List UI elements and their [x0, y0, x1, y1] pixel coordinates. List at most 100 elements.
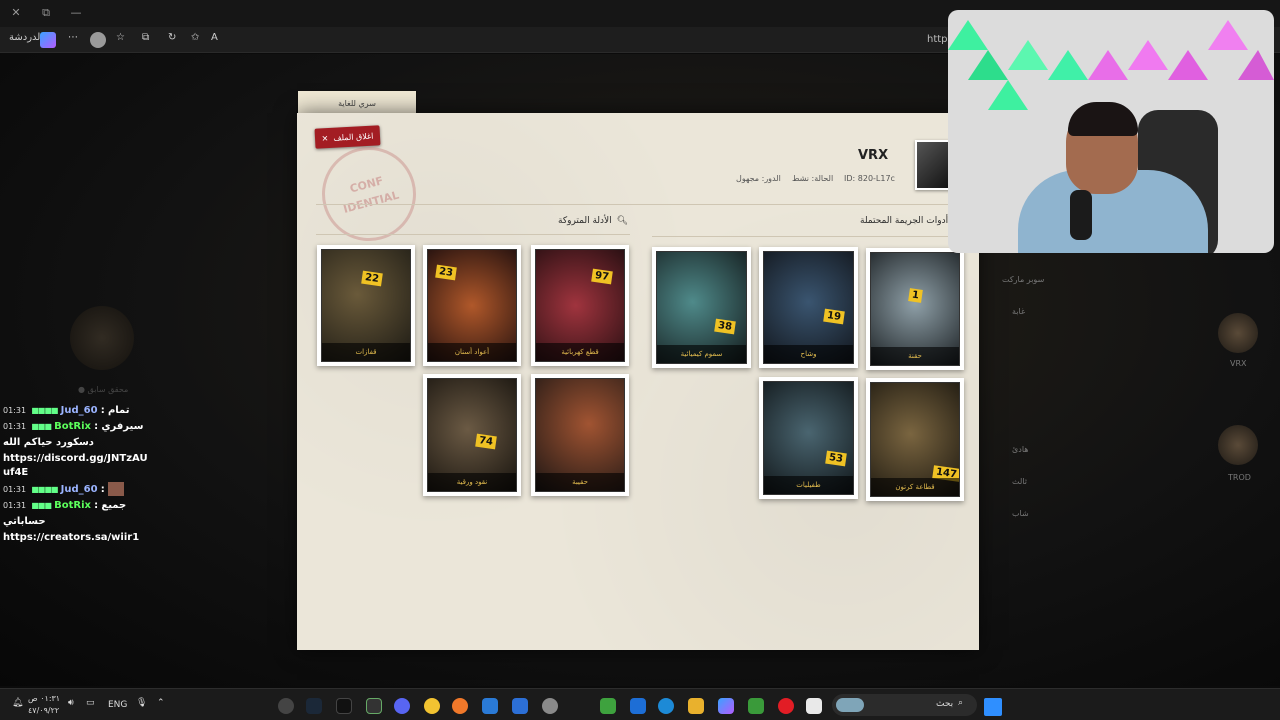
- chat-username[interactable]: Jud_60: [61, 484, 98, 495]
- chat-username[interactable]: BotRix: [54, 500, 91, 511]
- notepad-icon[interactable]: [806, 698, 822, 714]
- evidence-card-toothpicks[interactable]: 23 أعواد أسنان: [423, 245, 521, 366]
- evidence-tag: 23: [435, 264, 457, 281]
- chat-message: 01:31 ■■■ BotRix : جميع: [3, 499, 153, 513]
- sidebar-item-third[interactable]: ثالث: [1012, 477, 1027, 486]
- obs-icon[interactable]: [278, 698, 294, 714]
- card-label: طفيليات: [764, 476, 853, 494]
- chat-username[interactable]: Jud_60: [61, 405, 98, 416]
- taskbar-search[interactable]: بحث ⌕: [832, 694, 977, 716]
- read-aloud-icon[interactable]: A: [211, 32, 218, 43]
- restore-window-icon[interactable]: ⧉: [38, 6, 54, 20]
- refresh-icon[interactable]: ↻: [168, 32, 176, 43]
- terminal-icon[interactable]: [366, 698, 382, 714]
- stream-chat: 01:31 ■■■■ Jud_60 : تمام 01:31 ■■■ BotRi…: [3, 404, 153, 547]
- steam-icon[interactable]: [306, 698, 322, 714]
- screen: ✕ ⧉ — الدردشة ⋯ ☆ ⧉ ↻ ✩ A https: ● محقق …: [0, 0, 1280, 720]
- start-icon[interactable]: [984, 698, 1002, 716]
- left-section-label: الأدلة المتروكة: [558, 216, 612, 226]
- weapon-card-parasites[interactable]: 53 طفيليات: [759, 377, 858, 499]
- chat-sidebar-label[interactable]: الدردشة: [9, 32, 43, 43]
- edge-icon[interactable]: [658, 698, 674, 714]
- weapon-card-syringe[interactable]: 1 حقنة: [866, 248, 964, 370]
- player-avatar[interactable]: [1218, 425, 1258, 465]
- close-window-icon[interactable]: ✕: [8, 6, 24, 19]
- right-section-divider: [652, 236, 952, 237]
- stamp-text: CONF IDENTIAL: [341, 174, 401, 216]
- evidence-card-bag[interactable]: حقيبة: [531, 374, 629, 496]
- notifications-icon[interactable]: 🔔︎: [12, 698, 23, 708]
- clock-date[interactable]: ٤٧/٠٩/٢٢: [28, 706, 59, 715]
- more-icon[interactable]: ⋯: [68, 32, 78, 43]
- microphone-tray-icon[interactable]: 🎙︎: [136, 698, 147, 708]
- chat-message: 01:31 ■■■■ Jud_60 :: [3, 482, 153, 497]
- weapon-card-chemical-poisons[interactable]: 38 سموم كيميائية: [652, 247, 751, 368]
- file-explorer-icon[interactable]: [688, 698, 704, 714]
- copilot-icon[interactable]: [718, 698, 734, 714]
- copilot-icon[interactable]: [40, 32, 56, 48]
- left-section-divider: [316, 234, 630, 235]
- card-label: قفازات: [322, 343, 410, 361]
- chat-link[interactable]: https://discord.gg/JNTzAUuf4E: [3, 452, 153, 480]
- player-avatar[interactable]: [1218, 313, 1258, 353]
- xbox-icon[interactable]: [600, 698, 616, 714]
- evidence-card-gloves[interactable]: 22 قفازات: [317, 245, 415, 366]
- photos-icon[interactable]: [482, 698, 498, 714]
- sidebar-item-forest[interactable]: غابة: [1012, 307, 1025, 316]
- suspect-role: الدور: مجهول: [736, 174, 781, 183]
- chat-badges-icon: ■■■■: [31, 485, 58, 494]
- app-icon[interactable]: [748, 698, 764, 714]
- opera-icon[interactable]: [778, 698, 794, 714]
- chat-timestamp: 01:31: [3, 406, 27, 415]
- right-section-label: أدوات الجريمة المحتملة: [860, 216, 949, 226]
- chat-username[interactable]: BotRix: [54, 421, 91, 432]
- add-favorite-icon[interactable]: ✩: [191, 32, 199, 43]
- extensions-icon[interactable]: ⧉: [142, 32, 149, 43]
- chat-separator: :: [94, 421, 99, 432]
- search-icon: 🔍︎: [616, 216, 629, 226]
- chat-text: دسكورد حياكم الله: [3, 437, 94, 448]
- mail-icon[interactable]: [512, 698, 528, 714]
- card-label: حقيبة: [536, 473, 624, 491]
- evidence-tag: 97: [591, 268, 613, 285]
- profile-icon[interactable]: [90, 32, 106, 48]
- volume-icon[interactable]: 🔊︎: [68, 698, 74, 708]
- store-icon[interactable]: [630, 698, 646, 714]
- card-label: أعواد أسنان: [428, 343, 516, 361]
- sidebar-item-young[interactable]: شاب: [1012, 509, 1029, 518]
- evidence-tag: 53: [825, 450, 847, 467]
- favorites-icon[interactable]: ☆: [116, 32, 125, 43]
- right-section-title: أدوات الجريمة المحتملة: [860, 216, 948, 226]
- game-sidebar: سوبر ماركت غابة VRX هادئ TROD ثالث شاب: [990, 255, 1280, 685]
- card-label: سموم كيميائية: [657, 345, 746, 363]
- chat-separator: :: [94, 500, 99, 511]
- network-icon[interactable]: ▭: [86, 698, 95, 708]
- sidebar-item-supermarket[interactable]: سوبر ماركت: [1002, 275, 1044, 284]
- chat-separator: :: [100, 405, 105, 416]
- evidence-card-electrical[interactable]: 97 قطع كهربائية: [531, 245, 629, 366]
- sidebar-item-calm[interactable]: هادئ: [1012, 445, 1028, 454]
- firefox-icon[interactable]: [452, 698, 468, 714]
- close-file-label: اغلاق الملف: [333, 131, 374, 143]
- search-icon: ⌕: [958, 698, 964, 708]
- search-highlight-icon: [836, 698, 864, 712]
- evidence-card-banknotes[interactable]: 74 نقود ورقية: [423, 374, 521, 496]
- close-file-button[interactable]: ✕ اغلاق الملف: [314, 125, 381, 149]
- minimize-window-icon[interactable]: —: [68, 6, 84, 19]
- weapon-card-scarf[interactable]: 19 وشاح: [759, 247, 858, 368]
- suspect-name: VRX: [858, 148, 889, 163]
- clock-time[interactable]: ٠١:٣١ ص: [28, 694, 60, 703]
- chat-message: 01:31 ■■■ BotRix : سيرفري: [3, 420, 153, 434]
- discord-icon[interactable]: [394, 698, 410, 714]
- language-indicator[interactable]: ENG: [108, 700, 127, 710]
- chat-text: جميع: [101, 500, 127, 511]
- weapon-card-box-cutter[interactable]: 147 قطاعة كرتون: [866, 378, 964, 501]
- chrome-icon[interactable]: [424, 698, 440, 714]
- settings-icon[interactable]: [542, 698, 558, 714]
- chat-link[interactable]: https://creators.sa/wiir1: [3, 531, 153, 545]
- card-label: وشاح: [764, 345, 853, 363]
- tiktok-icon[interactable]: [336, 698, 352, 714]
- tray-overflow-icon[interactable]: ⌃: [157, 698, 165, 708]
- left-player-caption: ● محقق سابق: [78, 385, 129, 394]
- evidence-tag: 38: [714, 318, 736, 335]
